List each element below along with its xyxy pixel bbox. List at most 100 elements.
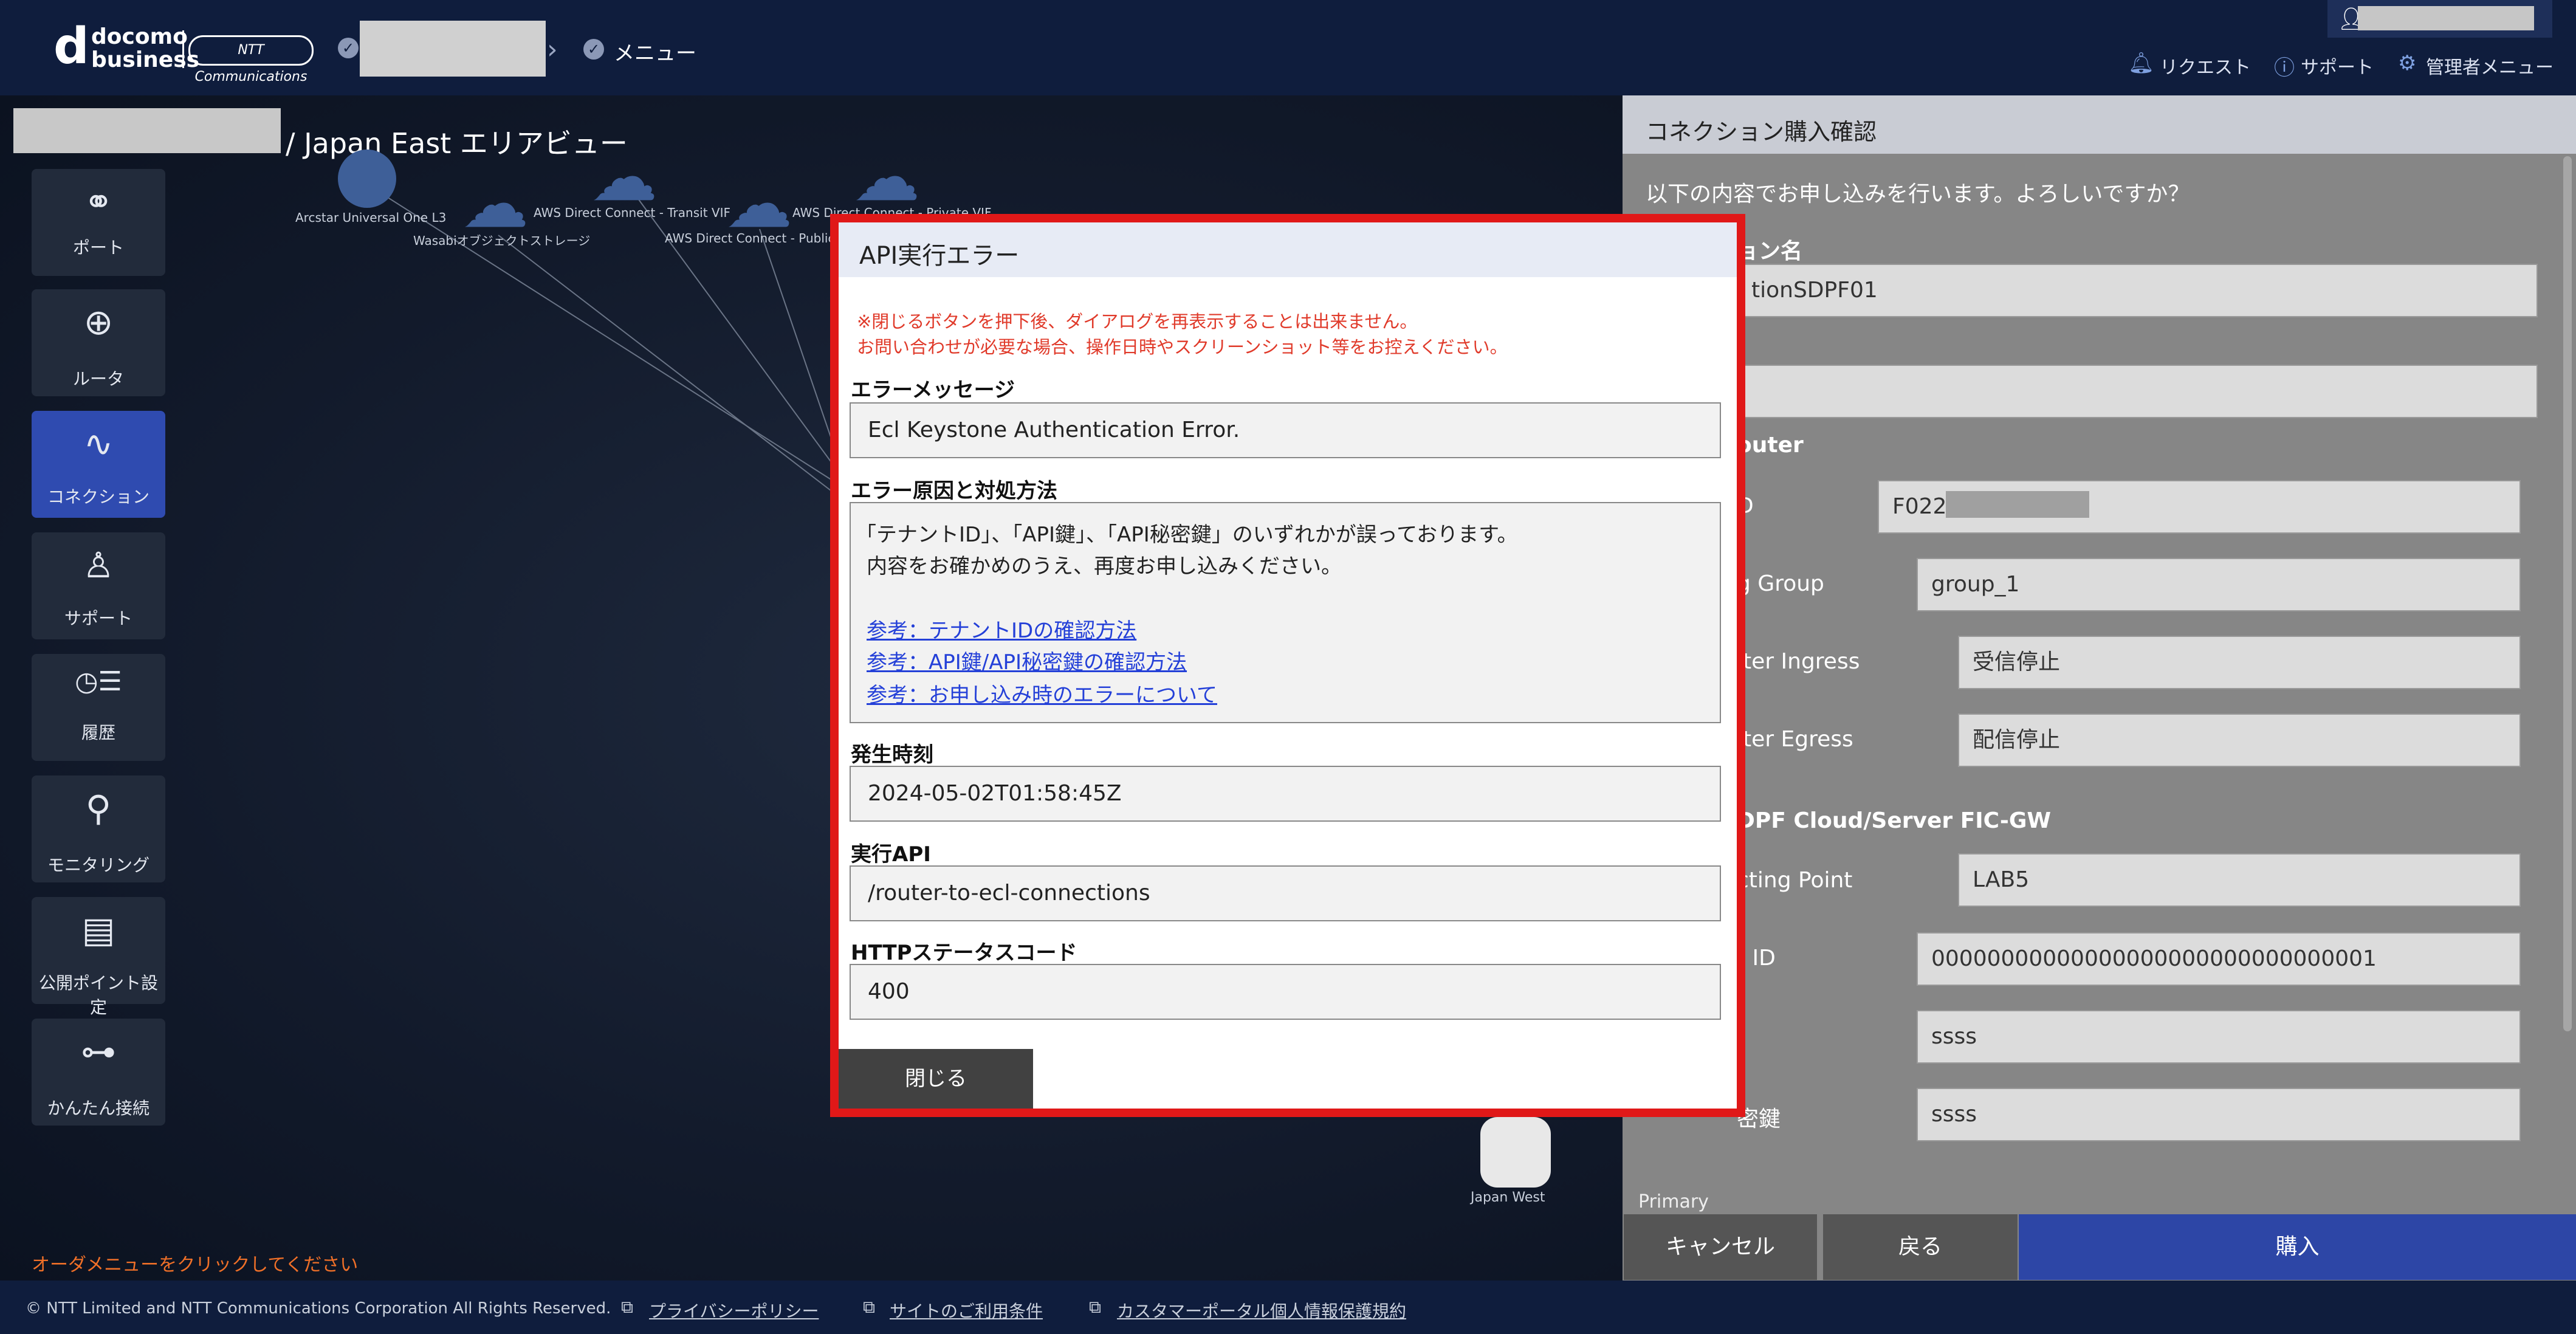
tenant-id-field: 00000000000000000000000000000001 xyxy=(1917,932,2521,986)
footer-link-terms[interactable]: サイトのご利用条件 xyxy=(890,1298,1043,1322)
occurred-time-field: 2024-05-02T01:58:45Z xyxy=(850,766,1721,822)
public-point-icon: ▤ xyxy=(81,909,115,951)
order-menu-hint: オーダメニューをクリックしてください xyxy=(32,1254,359,1276)
connecting-point-field: LAB5 xyxy=(1958,853,2521,907)
ingress-filter-field: 受信停止 xyxy=(1958,636,2521,689)
sidebar-item-support[interactable]: ♙ サポート xyxy=(32,532,165,639)
error-message-label: エラーメッセージ xyxy=(851,378,1015,402)
breadcrumb-chevron-icon: › xyxy=(547,34,558,65)
sidebar-item-port[interactable]: ⚭ ポート xyxy=(32,169,165,276)
purchase-confirm-question: 以下の内容でお申し込みを行います。よろしいですか？ xyxy=(1646,182,2190,207)
logo-divider xyxy=(182,30,184,68)
sidebar-item-label: ポート xyxy=(72,238,124,258)
dialog-title: API実行エラー xyxy=(859,242,1020,270)
user-name-masked xyxy=(2358,6,2534,30)
executed-api-field: /router-to-ecl-connections xyxy=(850,865,1721,921)
close-button[interactable]: 閉じる xyxy=(839,1049,1033,1109)
history-icon: ◷☰ xyxy=(75,666,122,697)
purchase-button[interactable]: 購入 xyxy=(2019,1214,2576,1280)
globe-icon[interactable] xyxy=(338,150,396,208)
external-link-icon: ⧉ xyxy=(621,1297,633,1317)
sidebar-item-easy-connect[interactable]: ⊶ かんたん接続 xyxy=(32,1019,165,1126)
sidebar-item-label: サポート xyxy=(64,608,132,628)
back-button[interactable]: 戻る xyxy=(1823,1214,2018,1280)
region-icon[interactable] xyxy=(1480,1117,1551,1188)
sidebar-item-monitoring[interactable]: ⚲ モニタリング xyxy=(32,775,165,882)
sidebar-item-label: 履歴 xyxy=(81,723,115,743)
breadcrumb-check-icon: ✓ xyxy=(338,38,359,58)
node-label-japan-west: Japan West xyxy=(1471,1190,1545,1205)
router-icon: ⊕ xyxy=(83,301,114,343)
breadcrumb-menu[interactable]: メニュー xyxy=(614,36,696,66)
help-link-api-key[interactable]: 参考：API鍵/API秘密鍵の確認方法 xyxy=(867,645,1187,675)
header-link-admin-menu[interactable]: 管理者メニュー xyxy=(2426,52,2554,79)
copyright-text: © NTT Limited and NTT Communications Cor… xyxy=(26,1299,611,1318)
ntt-communications-logo: NTT Communications xyxy=(188,35,314,84)
sidebar-item-public-point[interactable]: ▤ 公開ポイント設定 xyxy=(32,897,165,1017)
masked-field xyxy=(1737,365,2538,418)
breadcrumb-tenant-masked[interactable] xyxy=(360,21,546,77)
http-status-label: HTTPステータスコード xyxy=(851,941,1077,965)
cause-text-line: 「テナントID」、「API鍵」、「API秘密鍵」のいずれかが誤っております。 xyxy=(856,523,1518,547)
occurred-time-label: 発生時刻 xyxy=(851,743,933,767)
api-secret-field: ssss xyxy=(1917,1088,2521,1141)
help-link-order-errors[interactable]: 参考：お申し込み時のエラーについて xyxy=(867,678,1217,708)
group-field: group_1 xyxy=(1917,558,2521,611)
external-link-icon: ⧉ xyxy=(1089,1297,1101,1317)
row-label-group: g Group xyxy=(1737,571,1824,596)
bell-icon: 🔔︎ xyxy=(2128,51,2155,75)
primary-section-label: Primary xyxy=(1638,1191,1709,1212)
node-label-arcstar: Arcstar Universal One L3 xyxy=(295,210,447,225)
error-message-field: Ecl Keystone Authentication Error. xyxy=(850,402,1721,458)
header-link-request[interactable]: リクエスト xyxy=(2160,52,2251,79)
easy-connect-icon: ⊶ xyxy=(81,1031,116,1072)
purchase-confirm-title: コネクション購入確認 xyxy=(1646,119,1877,145)
row-label-egress: lter Egress xyxy=(1737,727,1853,752)
executed-api-label: 実行API xyxy=(851,842,931,867)
help-icon: ⓘ xyxy=(2274,56,2295,80)
cloud-icon[interactable]: ☁ xyxy=(726,170,792,237)
sidebar-item-history[interactable]: ◷☰ 履歴 xyxy=(32,654,165,761)
docomo-logo-mark: d xyxy=(53,18,89,75)
port-icon: ⚭ xyxy=(83,181,114,222)
node-label-wasabi: Wasabiオブジェクトストレージ xyxy=(413,233,591,248)
sidebar-item-connection[interactable]: ∿ コネクション xyxy=(32,411,165,518)
sidebar-item-label: モニタリング xyxy=(47,855,149,875)
sidebar-item-router[interactable]: ⊕ ルータ xyxy=(32,289,165,396)
sidebar-item-label: コネクション xyxy=(47,487,149,507)
connection-name-field: tionSDPF01 xyxy=(1737,264,2538,317)
dialog-warning-line: お問い合わせが必要な場合、操作日時やスクリーンショット等をお控えください。 xyxy=(857,337,1508,357)
cloud-icon[interactable]: ☁ xyxy=(591,143,658,210)
api-key-field: ssss xyxy=(1917,1010,2521,1064)
sidebar-item-label: かんたん接続 xyxy=(47,1098,149,1118)
sdpf-section-title: DPF Cloud/Server FIC-GW xyxy=(1737,808,2052,833)
node-label-aws-public: AWS Direct Connect - Public xyxy=(665,231,835,246)
dialog-warning-line: ※閉じるボタンを押下後、ダイアログを再表示することは出来ません。 xyxy=(857,311,1418,332)
row-label-ingress: lter Ingress xyxy=(1737,649,1860,674)
external-link-icon: ⧉ xyxy=(863,1297,875,1317)
cloud-icon[interactable]: ☁ xyxy=(853,143,920,210)
connection-icon: ∿ xyxy=(83,423,114,464)
router-section-title: outer xyxy=(1737,433,1804,458)
row-label-connecting-point: cting Point xyxy=(1737,868,1853,893)
connection-name-label: ョン名 xyxy=(1737,239,1803,264)
cloud-icon[interactable]: ☁ xyxy=(462,170,529,237)
header-link-support[interactable]: サポート xyxy=(2301,52,2374,79)
cancel-button[interactable]: キャンセル xyxy=(1624,1214,1817,1280)
cause-label: エラー原因と対処方法 xyxy=(851,479,1057,503)
cause-text-line: 内容をお確かめのうえ、再度お申し込みください。 xyxy=(867,554,1342,579)
sidebar-item-label: 公開ポイント設定 xyxy=(38,973,158,1017)
panel-scrollbar[interactable] xyxy=(2563,156,2572,1031)
egress-filter-field: 配信停止 xyxy=(1958,713,2521,767)
support-icon: ♙ xyxy=(83,545,114,586)
router-id-masked xyxy=(1946,491,2089,518)
breadcrumb-menu-check-icon: ✓ xyxy=(583,39,604,60)
http-status-field: 400 xyxy=(850,964,1721,1020)
help-link-tenant-id[interactable]: 参考：テナントIDの確認方法 xyxy=(867,614,1136,644)
gear-icon: ⚙ xyxy=(2398,51,2417,75)
footer-link-personal-info[interactable]: カスタマーポータル個人情報保護規約 xyxy=(1117,1298,1406,1322)
node-label-aws-transit: AWS Direct Connect - Transit VIF xyxy=(534,205,730,220)
monitoring-icon: ⚲ xyxy=(85,788,112,829)
sidebar-item-label: ルータ xyxy=(72,369,124,389)
footer-link-privacy[interactable]: プライバシーポリシー xyxy=(649,1298,819,1322)
